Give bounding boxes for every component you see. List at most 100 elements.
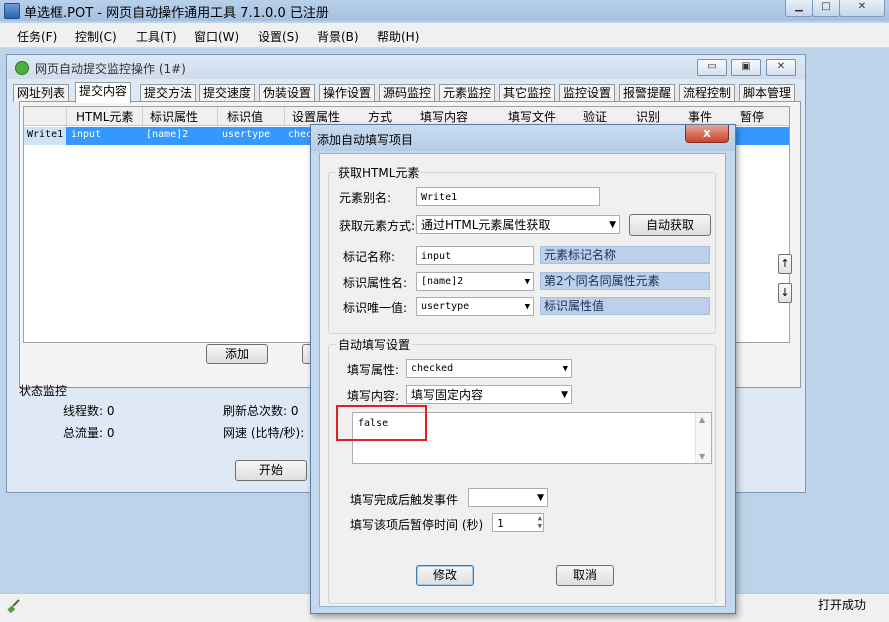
start-button[interactable]: 开始 — [235, 460, 307, 481]
chevron-down-icon: ▼ — [524, 277, 530, 287]
attr-name-select-value: [name]2 — [421, 276, 464, 287]
dialog-close-button[interactable]: x — [685, 125, 729, 143]
tab-operation[interactable]: 操作设置 — [319, 84, 376, 102]
column-header[interactable]: 标识值 — [227, 108, 263, 125]
app-icon — [4, 3, 20, 19]
modify-button[interactable]: 修改 — [416, 565, 474, 586]
dialog-body: 获取HTML元素 元素别名: Write1 获取元素方式: 通过HTML元素属性… — [319, 153, 726, 607]
status-group-title: 状态监控 — [19, 384, 68, 398]
tab-url-list[interactable]: 网址列表 — [13, 84, 70, 102]
chevron-down-icon: ▼ — [609, 220, 616, 230]
tag-name-input[interactable]: input — [416, 246, 534, 265]
menu-background[interactable]: 背景(B) — [317, 28, 359, 45]
unique-value-label: 标识唯一值: — [343, 301, 408, 315]
threads-label: 线程数: 0 — [63, 404, 115, 418]
chevron-down-icon: ▼ — [561, 390, 568, 400]
method-select-value: 通过HTML元素属性获取 — [421, 218, 551, 232]
column-header[interactable]: 暂停 — [740, 108, 764, 125]
close-button[interactable]: ✕ — [839, 0, 885, 17]
move-up-button[interactable]: ↑ — [778, 254, 792, 274]
add-autofill-dialog: 添加自动填写项目 x 获取HTML元素 元素别名: Write1 获取元素方式:… — [310, 124, 736, 614]
menu-task[interactable]: 任务(F) — [17, 28, 57, 45]
pause-time-input[interactable]: 1 ▲ ▼ — [492, 513, 544, 532]
pause-time-label: 填写该项后暂停时间 (秒) — [350, 518, 484, 532]
table-cell: input — [71, 129, 102, 140]
column-header[interactable]: 方式 — [368, 108, 392, 125]
unique-value-select-value: usertype — [421, 301, 470, 312]
textarea-scrollbar[interactable]: ▲ ▼ — [695, 413, 711, 463]
cancel-button[interactable]: 取消 — [556, 565, 614, 586]
tab-script[interactable]: 脚本管理 — [739, 84, 796, 102]
tab-disguise[interactable]: 伪装设置 — [259, 84, 316, 102]
table-cell: [name]2 — [146, 129, 189, 140]
add-button[interactable]: 添加 — [206, 344, 268, 364]
attr-name-hint: 第2个同名同属性元素 — [540, 272, 710, 290]
tab-submit-speed[interactable]: 提交速度 — [199, 84, 256, 102]
tag-name-hint: 元素标记名称 — [540, 246, 710, 264]
spinner-icon[interactable]: ▲ ▼ — [538, 514, 542, 530]
column-header[interactable]: 填写内容 — [420, 108, 468, 125]
child-restore-button[interactable]: ▣ — [731, 59, 761, 76]
alias-input[interactable]: Write1 — [416, 187, 600, 206]
column-header[interactable]: HTML元素 — [76, 108, 133, 125]
app-title: 单选框.POT - 网页自动操作通用工具 7.1.0.0 已注册 — [24, 6, 329, 21]
traffic-label: 总流量: 0 — [63, 426, 115, 440]
child-title: 网页自动提交监控操作 (1#) — [35, 62, 186, 76]
auto-get-button[interactable]: 自动获取 — [629, 214, 711, 236]
tab-alarm[interactable]: 报警提醒 — [619, 84, 676, 102]
trigger-event-select[interactable]: ▼ — [468, 488, 548, 507]
tab-submit-content[interactable]: 提交内容 — [75, 82, 132, 103]
pause-time-value: 1 — [497, 517, 504, 530]
column-header[interactable]: 标识属性 — [150, 108, 198, 125]
highlight-box — [336, 405, 427, 441]
fill-property-label: 填写属性: — [347, 363, 400, 377]
autofill-group-title: 自动填写设置 — [336, 336, 413, 353]
maximize-button[interactable]: □ — [812, 0, 840, 17]
tab-flow-control[interactable]: 流程控制 — [679, 84, 736, 102]
tab-source-monitor[interactable]: 源码监控 — [379, 84, 436, 102]
column-header[interactable]: 验证 — [583, 108, 607, 125]
minimize-button[interactable]: ▁ — [785, 0, 813, 17]
tab-submit-method[interactable]: 提交方法 — [140, 84, 197, 102]
dialog-title: 添加自动填写项目 — [317, 133, 414, 147]
dialog-title-bar: 添加自动填写项目 x — [311, 125, 735, 151]
column-header[interactable]: 事件 — [688, 108, 712, 125]
fill-content-select-value: 填写固定内容 — [411, 388, 484, 402]
child-close-button[interactable]: ✕ — [766, 59, 796, 76]
column-header[interactable]: 填写文件 — [508, 108, 556, 125]
unique-value-hint: 标识属性值 — [540, 297, 710, 315]
tab-element-monitor[interactable]: 元素监控 — [439, 84, 496, 102]
attr-name-select[interactable]: [name]2 ▼ — [416, 272, 534, 291]
method-select[interactable]: 通过HTML元素属性获取 ▼ — [416, 215, 620, 234]
refresh-count-label: 刷新总次数: 0 — [223, 404, 299, 418]
plug-icon — [7, 599, 20, 614]
child-minimize-button[interactable]: ▭ — [697, 59, 727, 76]
move-down-button[interactable]: ↓ — [778, 283, 792, 303]
tag-name-label: 标记名称: — [343, 250, 396, 264]
unique-value-select[interactable]: usertype ▼ — [416, 297, 534, 316]
menu-window[interactable]: 窗口(W) — [194, 28, 239, 45]
fill-property-select[interactable]: checked ▼ — [406, 359, 572, 378]
chevron-down-icon: ▼ — [562, 364, 568, 374]
fill-content-label: 填写内容: — [347, 389, 400, 403]
tab-monitor-settings[interactable]: 监控设置 — [559, 84, 616, 102]
column-header[interactable]: 设置属性 — [292, 108, 340, 125]
attr-name-label: 标识属性名: — [343, 276, 408, 290]
fill-content-select[interactable]: 填写固定内容 ▼ — [406, 385, 572, 404]
chevron-down-icon: ▼ — [524, 302, 530, 312]
menu-control[interactable]: 控制(C) — [75, 28, 117, 45]
child-title-bar: 网页自动提交监控操作 (1#) ▭ ▣ ✕ — [7, 55, 805, 79]
menu-help[interactable]: 帮助(H) — [377, 28, 419, 45]
app-title-bar: 单选框.POT - 网页自动操作通用工具 7.1.0.0 已注册 ▁ □ ✕ — [0, 0, 889, 21]
column-header[interactable]: 识别 — [636, 108, 660, 125]
trigger-event-label: 填写完成后触发事件 — [350, 493, 459, 507]
menu-bar: 任务(F) 控制(C) 工具(T) 窗口(W) 设置(S) 背景(B) 帮助(H… — [0, 23, 889, 48]
menu-tools[interactable]: 工具(T) — [136, 28, 177, 45]
chevron-down-icon: ▼ — [537, 493, 544, 503]
alias-label: 元素别名: — [339, 191, 392, 205]
check-icon — [15, 61, 29, 75]
fill-property-select-value: checked — [411, 363, 454, 374]
tab-other-monitor[interactable]: 其它监控 — [499, 84, 556, 102]
table-cell: Write1 — [27, 129, 64, 140]
menu-settings[interactable]: 设置(S) — [258, 28, 299, 45]
